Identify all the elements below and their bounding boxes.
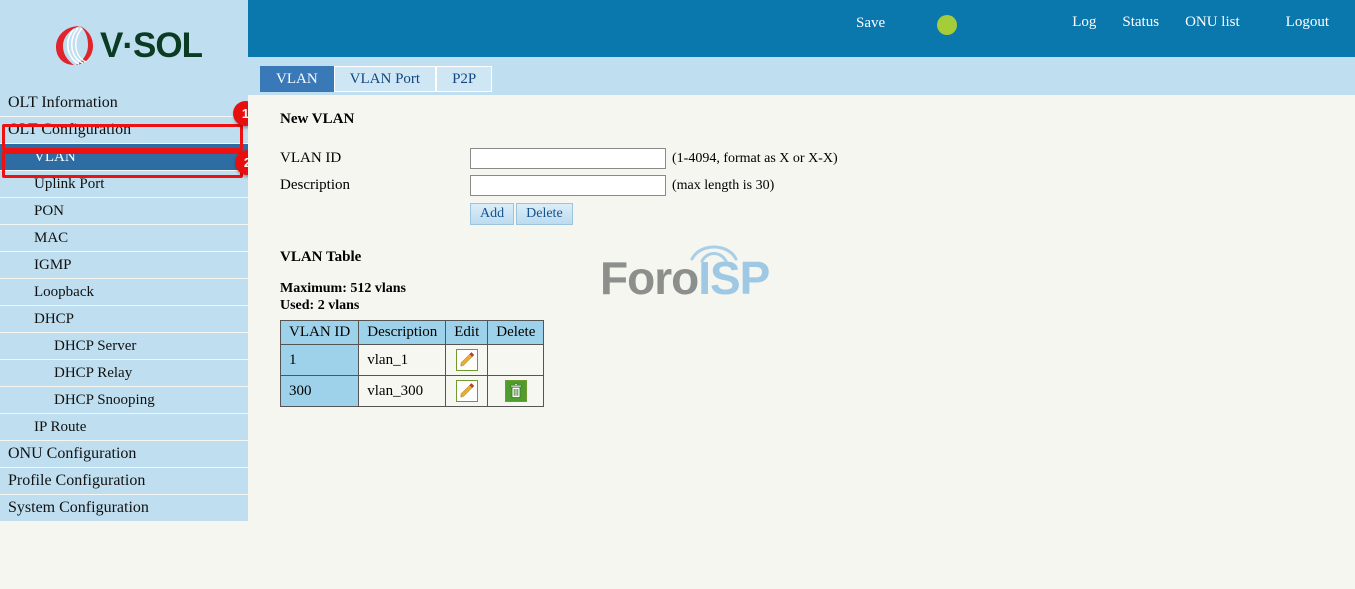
description-label: Description (280, 177, 350, 193)
sidebar-label: VLAN (34, 148, 76, 165)
sidebar-item-dhcp-relay[interactable]: DHCP Relay (0, 360, 248, 386)
form-actions: Add Delete (470, 203, 1355, 225)
sidebar-item-loopback[interactable]: Loopback (0, 279, 248, 305)
status-indicator-icon (937, 15, 957, 35)
cell-description: vlan_1 (358, 344, 447, 376)
sidebar-label: Profile Configuration (8, 472, 146, 489)
top-header-bar: Save Log Status ONU list Logout (248, 0, 1355, 57)
sidebar-item-profile-configuration[interactable]: Profile Configuration (0, 468, 248, 494)
sidebar-label: System Configuration (8, 499, 149, 516)
sidebar-nav: OLT Information OLT Configuration VLAN U… (0, 90, 248, 540)
sidebar-label: PON (34, 202, 65, 219)
tab-p2p-label: P2P (452, 70, 477, 87)
delete-trash-icon[interactable] (504, 380, 527, 402)
sidebar-item-ip-route[interactable]: IP Route (0, 414, 248, 440)
header-links: Log Status ONU list Logout (1072, 14, 1329, 31)
column-header-vlan-id: VLAN ID (279, 320, 360, 345)
vlan-id-label: VLAN ID (280, 150, 342, 166)
cell-edit (445, 375, 489, 407)
edit-pencil-icon[interactable] (455, 349, 478, 371)
table-header-row: VLAN ID Description Edit Delete (279, 320, 545, 345)
sidebar-label: ONU Configuration (8, 445, 137, 462)
brand-logo-panel: V·SOL (0, 0, 248, 90)
tab-vlan-label: VLAN (276, 70, 318, 87)
vlan-id-input[interactable] (470, 148, 666, 169)
description-input[interactable] (470, 175, 666, 196)
form-row-vlan-id: VLAN ID (1-4094, format as X or X-X) (280, 146, 1355, 171)
edit-pencil-icon[interactable] (455, 380, 478, 402)
sidebar-item-olt-information[interactable]: OLT Information (0, 90, 248, 116)
sidebar-label: IGMP (34, 256, 72, 273)
vlan-id-hint: (1-4094, format as X or X-X) (672, 150, 838, 166)
save-button[interactable]: Save (856, 15, 885, 32)
sidebar-label: OLT Configuration (8, 121, 132, 138)
sidebar-item-onu-configuration[interactable]: ONU Configuration (0, 441, 248, 467)
tab-p2p[interactable]: P2P (436, 66, 493, 92)
sidebar-item-dhcp[interactable]: DHCP (0, 306, 248, 332)
sidebar-label: Uplink Port (34, 175, 105, 192)
used-vlans-text: Used: 2 vlans (280, 298, 360, 313)
header-link-status[interactable]: Status (1122, 14, 1159, 31)
description-hint: (max length is 30) (672, 177, 775, 193)
sidebar-label: MAC (34, 229, 69, 246)
brand-logo-text: V·SOL (100, 25, 203, 65)
cell-edit (445, 344, 489, 376)
header-link-logout[interactable]: Logout (1286, 14, 1329, 31)
add-button[interactable]: Add (470, 203, 515, 225)
sidebar-item-system-configuration[interactable]: System Configuration (0, 495, 248, 521)
cell-vlan-id: 300 (279, 375, 360, 407)
vsol-swirl-icon (56, 26, 94, 65)
sidebar-item-vlan[interactable]: VLAN (0, 144, 248, 170)
sidebar-item-pon[interactable]: PON (0, 198, 248, 224)
sidebar-item-olt-configuration[interactable]: OLT Configuration (0, 117, 248, 143)
cell-vlan-id: 1 (279, 344, 360, 376)
sidebar-item-uplink-port[interactable]: Uplink Port (0, 171, 248, 197)
sidebar-label: DHCP Server (54, 337, 137, 354)
tab-vlan-port[interactable]: VLAN Port (333, 66, 437, 92)
header-link-onu-list[interactable]: ONU list (1185, 14, 1240, 31)
sidebar-label: Loopback (34, 283, 94, 300)
tab-strip: VLAN VLAN Port P2P (248, 57, 1355, 95)
page-root: V·SOL Save Log Status ONU list Logout VL… (0, 0, 1355, 589)
form-row-description: Description (max length is 30) (280, 173, 1355, 198)
sidebar-item-igmp[interactable]: IGMP (0, 252, 248, 278)
table-row: 300 vlan_300 (279, 375, 545, 407)
sidebar-label: DHCP Snooping (54, 391, 155, 408)
sidebar-item-dhcp-snooping[interactable]: DHCP Snooping (0, 387, 248, 413)
maximum-vlans-text: Maximum: 512 vlans (280, 281, 406, 296)
sidebar-label: DHCP (34, 310, 75, 327)
sidebar-label: IP Route (34, 418, 87, 435)
sidebar-item-mac[interactable]: MAC (0, 225, 248, 251)
vlan-table: VLAN ID Description Edit Delete 1 vlan_1 (279, 320, 545, 407)
new-vlan-title: New VLAN (280, 111, 355, 127)
column-header-edit: Edit (445, 320, 489, 345)
delete-button[interactable]: Delete (516, 203, 573, 225)
column-header-delete: Delete (487, 320, 545, 345)
column-header-description: Description (358, 320, 447, 345)
header-link-log[interactable]: Log (1072, 14, 1096, 31)
sidebar-label: OLT Information (8, 94, 118, 111)
cell-delete (487, 375, 545, 407)
sidebar-item-dhcp-server[interactable]: DHCP Server (0, 333, 248, 359)
cell-delete (487, 344, 545, 376)
tab-vlan-port-label: VLAN Port (349, 70, 421, 87)
table-row: 1 vlan_1 (279, 344, 545, 376)
main-content: New VLAN VLAN ID (1-4094, format as X or… (248, 95, 1355, 589)
vlan-table-title: VLAN Table (280, 249, 362, 265)
sidebar-label: DHCP Relay (54, 364, 133, 381)
tab-vlan[interactable]: VLAN (260, 66, 334, 92)
cell-description: vlan_300 (358, 375, 447, 407)
